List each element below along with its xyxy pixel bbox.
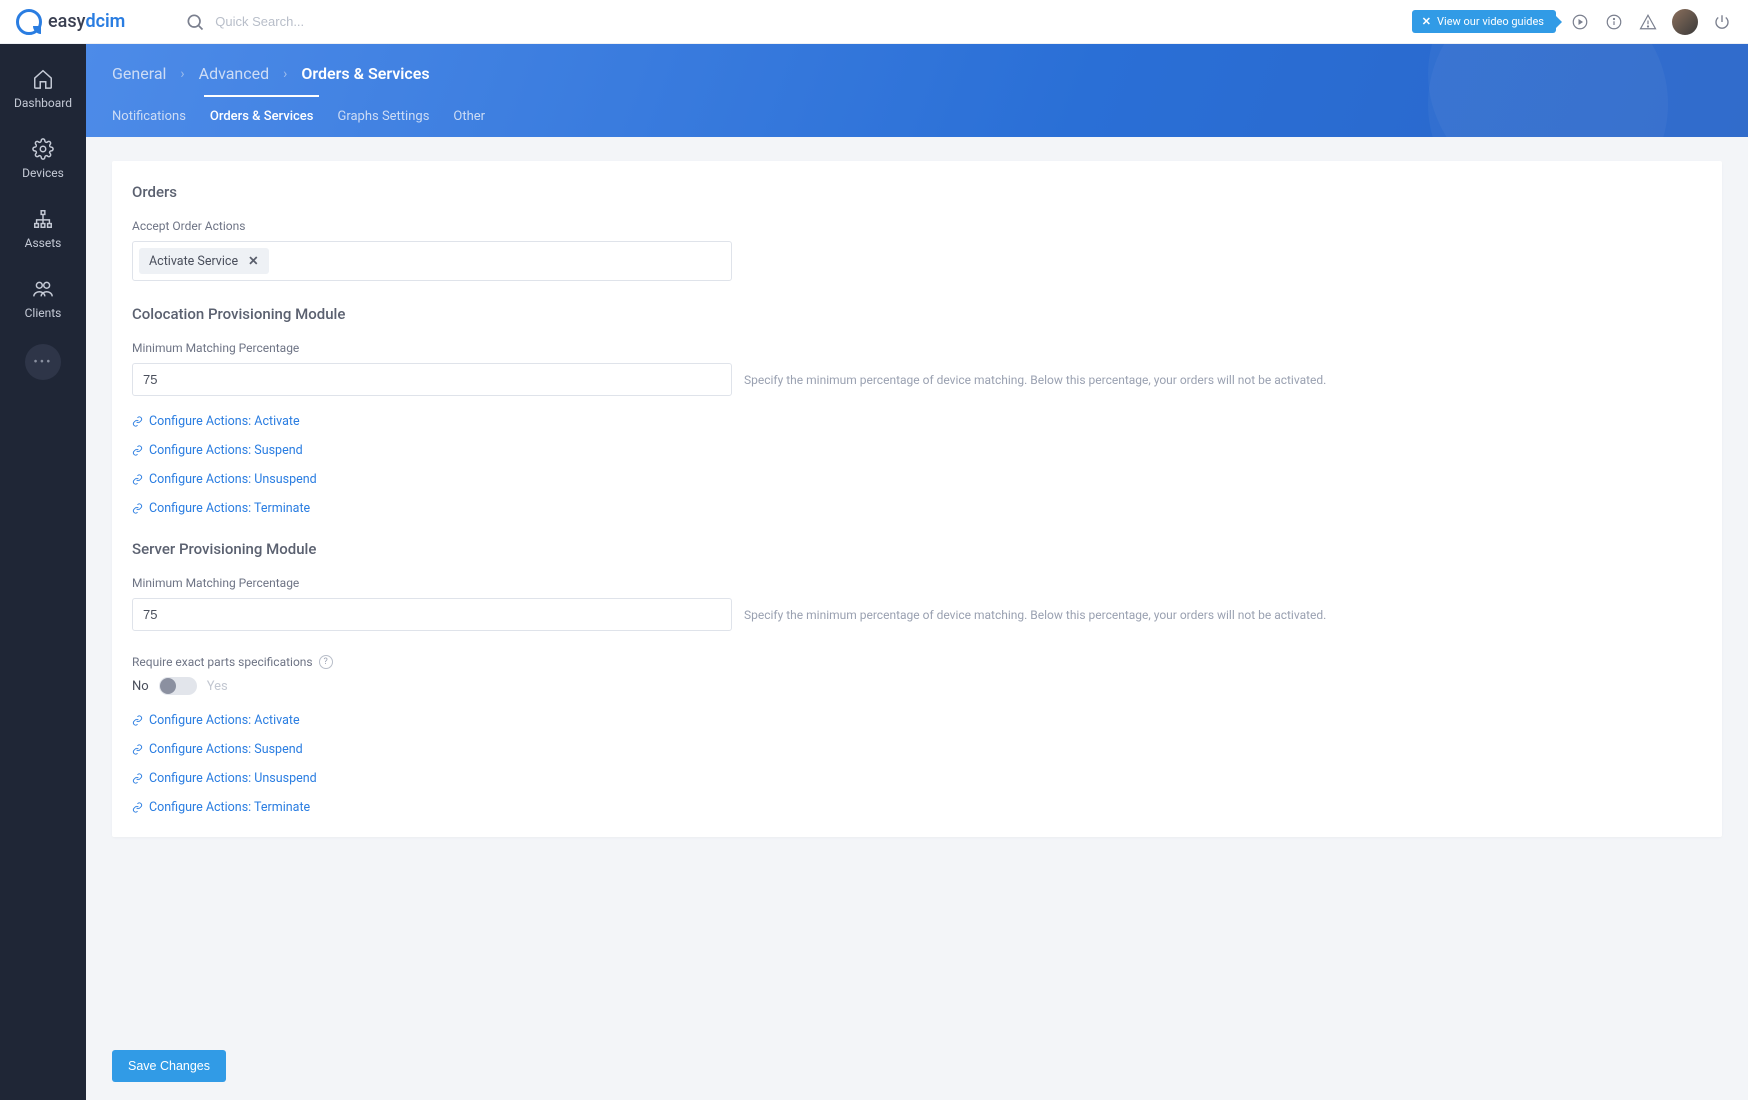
link-label: Configure Actions: Activate <box>149 414 300 429</box>
main: General › Advanced › Orders & Services N… <box>86 44 1748 1100</box>
search-wrap <box>185 12 415 32</box>
link-label: Configure Actions: Terminate <box>149 800 310 815</box>
sidebar-item-devices[interactable]: Devices <box>0 126 86 192</box>
close-icon[interactable]: ✕ <box>1422 15 1431 28</box>
colo-links: Configure Actions: Activate Configure Ac… <box>132 414 1702 516</box>
section-title-colocation: Colocation Provisioning Module <box>132 305 1702 323</box>
top-header: easydcim ✕ View our video guides <box>0 0 1748 44</box>
video-guides-badge[interactable]: ✕ View our video guides <box>1412 10 1556 33</box>
video-badge-label: View our video guides <box>1437 15 1544 28</box>
sidebar-item-assets[interactable]: Assets <box>0 196 86 262</box>
link-label: Configure Actions: Terminate <box>149 501 310 516</box>
colo-min-percentage-hint: Specify the minimum percentage of device… <box>744 373 1326 387</box>
server-link-terminate[interactable]: Configure Actions: Terminate <box>132 800 1702 815</box>
info-icon[interactable] <box>1604 12 1624 32</box>
link-icon <box>132 744 143 755</box>
link-label: Configure Actions: Unsuspend <box>149 472 317 487</box>
accept-order-actions-label: Accept Order Actions <box>132 219 1702 233</box>
colo-link-activate[interactable]: Configure Actions: Activate <box>132 414 1702 429</box>
toggle-no-label: No <box>132 679 149 694</box>
tab-notifications[interactable]: Notifications <box>112 99 186 137</box>
sidebar: Dashboard Devices Assets Clients ••• <box>0 0 86 1100</box>
play-icon[interactable] <box>1570 12 1590 32</box>
page-header: General › Advanced › Orders & Services N… <box>86 44 1748 137</box>
link-label: Configure Actions: Suspend <box>149 742 303 757</box>
gear-icon <box>32 138 54 160</box>
tabs: Notifications Orders & Services Graphs S… <box>86 99 1748 137</box>
home-icon <box>32 68 54 90</box>
section-title-server: Server Provisioning Module <box>132 540 1702 558</box>
assets-icon <box>32 208 54 230</box>
tab-other[interactable]: Other <box>453 99 485 137</box>
content: Orders Accept Order Actions Activate Ser… <box>86 137 1748 1032</box>
server-min-percentage-label: Minimum Matching Percentage <box>132 576 1702 590</box>
link-label: Configure Actions: Activate <box>149 713 300 728</box>
breadcrumb: General › Advanced › Orders & Services <box>86 44 1748 99</box>
sidebar-item-label: Assets <box>25 236 62 250</box>
server-min-percentage-input[interactable] <box>132 598 732 631</box>
chevron-right-icon: › <box>180 66 184 82</box>
search-icon <box>185 12 205 32</box>
save-button[interactable]: Save Changes <box>112 1050 226 1082</box>
link-icon <box>132 445 143 456</box>
link-icon <box>132 416 143 427</box>
colo-link-terminate[interactable]: Configure Actions: Terminate <box>132 501 1702 516</box>
server-links: Configure Actions: Activate Configure Ac… <box>132 713 1702 815</box>
server-link-activate[interactable]: Configure Actions: Activate <box>132 713 1702 728</box>
chip-activate-service: Activate Service ✕ <box>139 248 269 274</box>
header-right: ✕ View our video guides <box>1412 9 1732 35</box>
colo-link-suspend[interactable]: Configure Actions: Suspend <box>132 443 1702 458</box>
warning-icon[interactable] <box>1638 12 1658 32</box>
logo[interactable]: easydcim <box>16 9 125 35</box>
server-link-suspend[interactable]: Configure Actions: Suspend <box>132 742 1702 757</box>
exact-parts-label-row: Require exact parts specifications ? <box>132 655 1702 669</box>
exact-parts-toggle-row: No Yes <box>132 677 1702 695</box>
breadcrumb-advanced[interactable]: Advanced <box>199 64 270 83</box>
footer: Save Changes <box>86 1032 1748 1100</box>
tab-orders-services[interactable]: Orders & Services <box>210 99 314 137</box>
sidebar-more-button[interactable]: ••• <box>25 344 61 380</box>
sidebar-item-label: Clients <box>25 306 62 320</box>
link-icon <box>132 715 143 726</box>
breadcrumb-general[interactable]: General <box>112 64 166 83</box>
link-icon <box>132 802 143 813</box>
exact-parts-label: Require exact parts specifications <box>132 655 313 669</box>
toggle-knob <box>160 678 176 694</box>
logo-text-left: easy <box>48 11 85 32</box>
colo-min-percentage-label: Minimum Matching Percentage <box>132 341 1702 355</box>
more-icon: ••• <box>33 355 52 370</box>
breadcrumb-current: Orders & Services <box>301 64 429 83</box>
colo-min-percentage-input[interactable] <box>132 363 732 396</box>
link-icon <box>132 474 143 485</box>
link-label: Configure Actions: Unsuspend <box>149 771 317 786</box>
link-icon <box>132 773 143 784</box>
sidebar-item-label: Dashboard <box>14 96 72 110</box>
settings-card: Orders Accept Order Actions Activate Ser… <box>112 161 1722 837</box>
sidebar-item-dashboard[interactable]: Dashboard <box>0 56 86 122</box>
link-label: Configure Actions: Suspend <box>149 443 303 458</box>
colo-link-unsuspend[interactable]: Configure Actions: Unsuspend <box>132 472 1702 487</box>
server-link-unsuspend[interactable]: Configure Actions: Unsuspend <box>132 771 1702 786</box>
chip-label: Activate Service <box>149 254 238 269</box>
accept-order-actions-input[interactable]: Activate Service ✕ <box>132 241 732 281</box>
logo-text: easydcim <box>48 11 125 32</box>
power-icon[interactable] <box>1712 12 1732 32</box>
logo-text-right: dcim <box>85 11 125 32</box>
chip-remove-icon[interactable]: ✕ <box>248 253 258 269</box>
help-icon[interactable]: ? <box>319 655 333 669</box>
exact-parts-toggle[interactable] <box>159 677 197 695</box>
users-icon <box>32 278 54 300</box>
link-icon <box>132 503 143 514</box>
sidebar-item-clients[interactable]: Clients <box>0 266 86 332</box>
sidebar-item-label: Devices <box>22 166 64 180</box>
tab-graphs-settings[interactable]: Graphs Settings <box>337 99 429 137</box>
section-title-orders: Orders <box>132 183 1702 201</box>
avatar[interactable] <box>1672 9 1698 35</box>
toggle-yes-label: Yes <box>207 679 228 694</box>
logo-icon <box>16 9 42 35</box>
server-min-percentage-hint: Specify the minimum percentage of device… <box>744 608 1326 622</box>
chevron-right-icon: › <box>283 66 287 82</box>
search-input[interactable] <box>215 14 415 29</box>
